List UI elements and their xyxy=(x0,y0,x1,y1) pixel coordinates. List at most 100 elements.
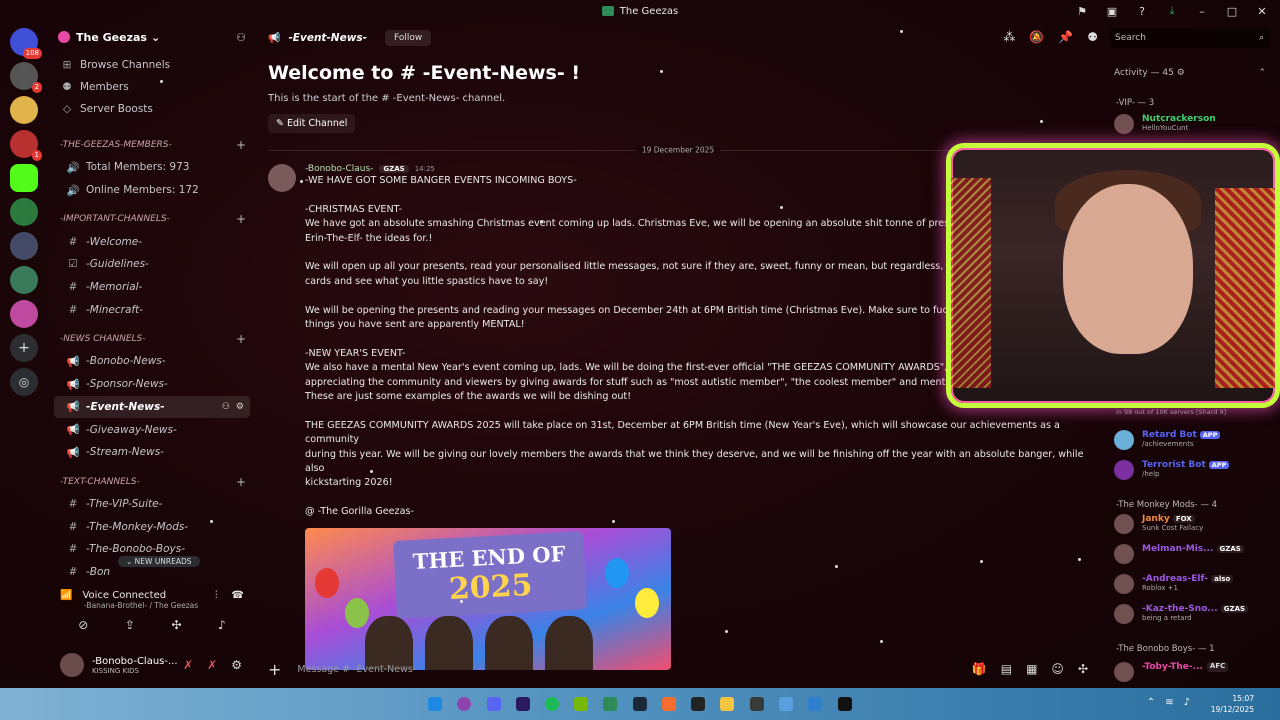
member-row[interactable]: Retard Bot APP /achievements xyxy=(1114,430,1221,450)
activities-icon[interactable]: ✣ xyxy=(171,618,181,632)
category-text[interactable]: -TEXT-CHANNELS- + xyxy=(48,471,256,493)
start-icon[interactable] xyxy=(428,697,442,711)
channel-bonobo-news[interactable]: 📢 -Bonobo-News- xyxy=(54,350,250,373)
discord-icon[interactable] xyxy=(487,697,501,711)
discord-active-icon[interactable] xyxy=(603,697,617,711)
member-row[interactable]: Melman-Mis... GZAS xyxy=(1114,544,1244,564)
invite-icon[interactable]: ⚇ xyxy=(222,402,230,412)
avatar[interactable] xyxy=(60,653,84,677)
channel-vip-suite[interactable]: # -The-VIP-Suite- xyxy=(54,493,250,516)
origin-icon[interactable] xyxy=(662,697,676,711)
premiere-icon[interactable] xyxy=(516,697,530,711)
server-icon[interactable]: 1 xyxy=(10,130,42,161)
channel-welcome[interactable]: # -Welcome- xyxy=(54,230,250,253)
channel-event-news[interactable]: 📢 -Event-News- ⚇ ⚙ xyxy=(54,395,250,419)
epic-icon[interactable] xyxy=(691,697,705,711)
add-channel-icon[interactable]: + xyxy=(236,475,246,489)
apps-icon[interactable]: ✣ xyxy=(1078,662,1088,676)
server-icon[interactable] xyxy=(10,232,38,260)
message-composer[interactable]: + Message # -Event-News- 🎁 ▤ ▦ ☺ ✣ xyxy=(268,652,1088,686)
folder-icon[interactable] xyxy=(720,697,734,711)
gear-icon[interactable]: ⚙ xyxy=(231,658,242,672)
notifications-icon[interactable]: 🔕 xyxy=(1029,30,1044,44)
add-channel-icon[interactable]: + xyxy=(236,332,246,346)
channel-sponsor-news[interactable]: 📢 -Sponsor-News- xyxy=(54,373,250,396)
chevron-up-icon[interactable]: ⌃ xyxy=(1147,697,1155,708)
app-icon[interactable] xyxy=(750,697,764,711)
app-icon[interactable] xyxy=(779,697,793,711)
server-tag[interactable]: GZAS xyxy=(379,165,409,173)
capcut-icon[interactable] xyxy=(838,697,852,711)
stat-online-members[interactable]: 🔊 Online Members: 172 xyxy=(54,179,250,202)
gif-icon[interactable]: ▤ xyxy=(1001,662,1012,676)
member-list-icon[interactable]: ⚉ xyxy=(1087,30,1098,44)
discover-icon[interactable]: ◎ xyxy=(10,368,38,396)
member-row[interactable]: -Kaz-the-Sno... GZAS being a retard xyxy=(1114,604,1249,624)
attachment-image[interactable]: THE END OF 2025 xyxy=(305,527,671,670)
screen-icon[interactable]: ▣ xyxy=(1104,3,1120,19)
sticker-icon[interactable]: ▦ xyxy=(1026,662,1037,676)
spotify-icon[interactable] xyxy=(545,697,559,711)
user-name[interactable]: -Bonobo-Claus-... xyxy=(92,656,178,667)
server-icon[interactable] xyxy=(10,266,38,294)
add-channel-icon[interactable]: + xyxy=(236,138,246,152)
channel-giveaway-news[interactable]: 📢 -Giveaway-News- xyxy=(54,418,250,441)
attach-plus-icon[interactable]: + xyxy=(268,660,281,679)
gift-icon[interactable]: 🎁 xyxy=(972,662,987,676)
deafen-icon[interactable]: ✗ xyxy=(207,658,217,672)
channel-minecraft[interactable]: # -Minecraft- xyxy=(54,298,250,321)
threads-icon[interactable]: ⁂ xyxy=(1003,30,1015,44)
steam-icon[interactable] xyxy=(633,697,647,711)
guild-header[interactable]: The Geezas ⌄ ⚇ xyxy=(48,22,256,52)
composer-placeholder[interactable]: Message # -Event-News- xyxy=(297,664,416,675)
channel-memorial[interactable]: # -Memorial- xyxy=(54,276,250,299)
stat-total-members[interactable]: 🔊 Total Members: 973 xyxy=(54,156,250,179)
browse-channels[interactable]: ⊞ Browse Channels xyxy=(48,54,256,76)
avatar[interactable] xyxy=(268,164,296,192)
server-icon[interactable]: 2 xyxy=(10,62,42,93)
mute-icon[interactable]: ✗ xyxy=(183,658,193,672)
category-news[interactable]: -NEWS CHANNELS- + xyxy=(48,328,256,350)
screenshare-icon[interactable]: ⇪ xyxy=(125,618,135,632)
author-name[interactable]: -Bonobo-Claus- xyxy=(305,164,373,174)
noise-icon[interactable]: ⫶ xyxy=(215,590,218,601)
member-row[interactable]: Terrorist Bot APP /help xyxy=(1114,460,1230,480)
minimize-icon[interactable]: – xyxy=(1194,3,1210,19)
pin-icon[interactable]: 📌 xyxy=(1058,30,1073,44)
activity-header[interactable]: Activity — 45 ⚙ ⌃ xyxy=(1114,68,1274,78)
camera-off-icon[interactable]: ⊘ xyxy=(78,618,88,632)
server-icon[interactable] xyxy=(10,300,38,328)
close-icon[interactable]: ✕ xyxy=(1254,3,1270,19)
nvidia-icon[interactable] xyxy=(574,697,588,711)
member-row[interactable]: Janky FOX Sunk Cost Fallacy xyxy=(1114,514,1203,534)
server-boosts-link[interactable]: ◇ Server Boosts xyxy=(48,98,256,120)
server-icon[interactable] xyxy=(10,164,38,192)
inbox-icon[interactable]: ⚑ xyxy=(1074,3,1090,19)
clock[interactable]: 15:07 19/12/2025 xyxy=(1211,693,1254,715)
category-members[interactable]: -THE-GEEZAS-MEMBERS- + xyxy=(48,134,256,156)
volume-icon[interactable]: ♪ xyxy=(1184,697,1190,708)
add-friend-icon[interactable]: ⚇ xyxy=(236,31,246,44)
category-important[interactable]: -IMPORTANT-CHANNELS- + xyxy=(48,208,256,230)
server-icon[interactable] xyxy=(10,96,38,124)
soundboard-icon[interactable]: ♪ xyxy=(218,618,226,632)
server-icon[interactable] xyxy=(10,198,38,226)
download-icon[interactable]: ⤓ xyxy=(1164,3,1180,19)
gear-icon[interactable]: ⚙ xyxy=(236,402,244,412)
app-icon[interactable] xyxy=(808,697,822,711)
app-icon[interactable] xyxy=(457,697,471,711)
channel-monkey-mods[interactable]: # -The-Monkey-Mods- xyxy=(54,515,250,538)
disconnect-icon[interactable]: ☎ xyxy=(232,590,244,601)
search-input[interactable]: Search ⌕ xyxy=(1110,28,1270,48)
member-row[interactable]: Nutcrackerson HelloYouCunt xyxy=(1114,114,1216,134)
voice-channel[interactable]: -Banana-Brothel- / The Geezas xyxy=(84,601,244,610)
channel-guidelines[interactable]: ☑ -Guidelines- xyxy=(54,253,250,276)
channel-stream-news[interactable]: 📢 -Stream-News- xyxy=(54,441,250,464)
help-icon[interactable]: ? xyxy=(1134,3,1150,19)
add-channel-icon[interactable]: + xyxy=(236,212,246,226)
edit-channel-button[interactable]: ✎ Edit Channel xyxy=(268,114,356,133)
member-row[interactable]: -Andreas-Elf- also Roblox +1 xyxy=(1114,574,1234,594)
new-unreads-pill[interactable]: ⌄ NEW UNREADS xyxy=(118,556,200,567)
wifi-icon[interactable]: ≋ xyxy=(1165,697,1173,708)
maximize-icon[interactable]: □ xyxy=(1224,3,1240,19)
